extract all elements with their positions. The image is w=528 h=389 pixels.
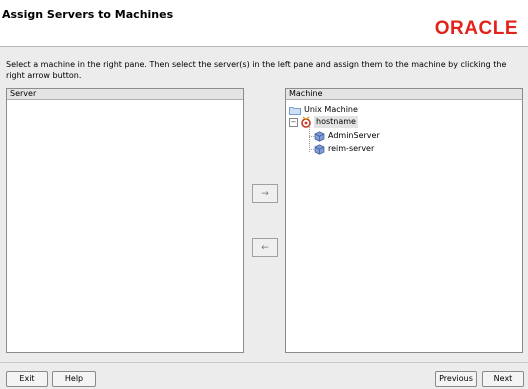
left-arrow-icon: ← [261, 242, 269, 253]
instructions-text: Select a machine in the right pane. Then… [6, 60, 507, 80]
tree-node-label: reim-server [328, 144, 375, 153]
unix-machine-icon [301, 116, 311, 128]
machine-pane-header: Machine [286, 89, 522, 100]
server-pane[interactable]: Server [6, 88, 244, 353]
server-pane-header: Server [7, 89, 243, 100]
tree-node-adminserver[interactable]: AdminServer [314, 130, 380, 142]
next-button[interactable]: Next [482, 371, 524, 387]
tree-node-unix-machine[interactable]: Unix Machine [289, 104, 358, 116]
right-arrow-icon: → [261, 188, 269, 199]
assign-right-arrow-button[interactable]: → [252, 184, 278, 203]
tree-node-hostname[interactable]: − hostname [289, 116, 358, 128]
machine-pane[interactable]: Machine Unix Machine − hostname AdminSer… [285, 88, 523, 353]
footer-divider [0, 362, 528, 363]
exit-button[interactable]: Exit [6, 371, 48, 387]
page-title: Assign Servers to Machines [2, 8, 174, 21]
previous-button[interactable]: Previous [435, 371, 477, 387]
tree-node-label: Unix Machine [304, 105, 358, 114]
folder-icon [289, 106, 301, 115]
oracle-logo: ORACLE [434, 18, 518, 39]
collapse-toggle-icon[interactable]: − [289, 117, 298, 127]
tree-node-reim-server[interactable]: reim-server [314, 143, 374, 155]
header-banner: Assign Servers to Machines ORACLE [0, 0, 528, 47]
server-cube-icon [314, 130, 325, 142]
tree-node-label: AdminServer [328, 131, 380, 140]
tree-node-label: hostname [314, 116, 358, 128]
unassign-left-arrow-button[interactable]: ← [252, 238, 278, 257]
help-button[interactable]: Help [52, 371, 96, 387]
server-cube-icon [314, 143, 325, 155]
